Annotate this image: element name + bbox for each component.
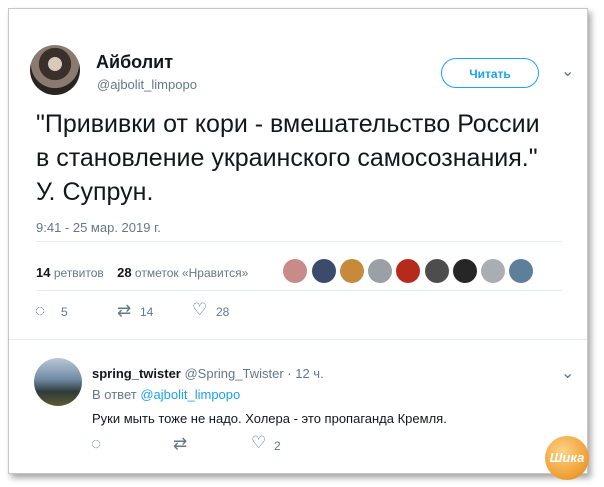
reply-author-handle[interactable]: @Spring_Twister — [184, 366, 283, 381]
retweet-count: 14 — [140, 305, 154, 319]
reply-header: spring_twister @Spring_Twister · 12 ч. — [92, 366, 324, 381]
author-avatar[interactable] — [30, 45, 80, 95]
retweet-icon[interactable]: ⇄ — [173, 434, 187, 454]
likes-stat[interactable]: 28 отметок «Нравится» — [117, 265, 248, 280]
liker-avatar[interactable] — [368, 259, 392, 283]
tweet-text-line: У. Супрун. — [36, 178, 154, 206]
follow-button[interactable]: Читать — [441, 58, 539, 88]
like-count: 28 — [216, 305, 230, 319]
liker-avatar[interactable] — [425, 259, 449, 283]
tweet-text: "Прививки от кори - вмешательство России… — [36, 107, 581, 209]
tweet-stats: 14 ретвитов 28 отметок «Нравится» — [36, 265, 248, 280]
liker-avatar[interactable] — [453, 259, 477, 283]
author-handle[interactable]: @ajbolit_limpopo — [97, 77, 197, 92]
watermark-logo: Шика — [545, 436, 589, 480]
retweets-stat[interactable]: 14 ретвитов — [36, 265, 104, 280]
chevron-down-icon[interactable]: ⌄ — [561, 61, 574, 81]
liker-avatar[interactable] — [340, 259, 364, 283]
reply-icon[interactable]: ◌ — [91, 434, 101, 454]
tweet-text-line: в становление украинского самосознания." — [36, 144, 538, 172]
reply-author-avatar[interactable] — [34, 358, 82, 406]
reply-count: 5 — [61, 305, 68, 319]
like-icon[interactable]: ♡ — [251, 433, 266, 453]
divider — [36, 290, 562, 291]
liker-avatar[interactable] — [283, 259, 307, 283]
liker-avatar[interactable] — [481, 259, 505, 283]
liker-avatar[interactable] — [312, 259, 336, 283]
reply-text: Руки мыть тоже не надо. Холера - это про… — [92, 411, 447, 426]
chevron-down-icon[interactable]: ⌄ — [561, 363, 574, 383]
like-count: 2 — [274, 439, 281, 453]
divider — [36, 241, 562, 242]
liker-avatar[interactable] — [396, 259, 420, 283]
tweet-timestamp[interactable]: 9:41 - 25 мар. 2019 г. — [36, 220, 161, 235]
like-icon[interactable]: ♡ — [192, 300, 207, 320]
reply-time[interactable]: · 12 ч. — [287, 366, 323, 381]
reply-icon[interactable]: ◌ — [35, 301, 45, 321]
tweet-card: Айболит @ajbolit_limpopo Читать ⌄ "Приви… — [8, 8, 589, 480]
in-reply-link[interactable]: @ajbolit_limpopo — [140, 387, 240, 402]
liker-avatar[interactable] — [509, 259, 533, 283]
reply-author-name[interactable]: spring_twister — [92, 366, 181, 381]
tweet-text-line: "Прививки от кори - вмешательство России — [36, 110, 540, 138]
in-reply-to: В ответ @ajbolit_limpopo — [92, 387, 241, 402]
author-name[interactable]: Айболит — [96, 52, 173, 73]
retweet-icon[interactable]: ⇄ — [117, 301, 131, 321]
divider — [9, 339, 587, 340]
